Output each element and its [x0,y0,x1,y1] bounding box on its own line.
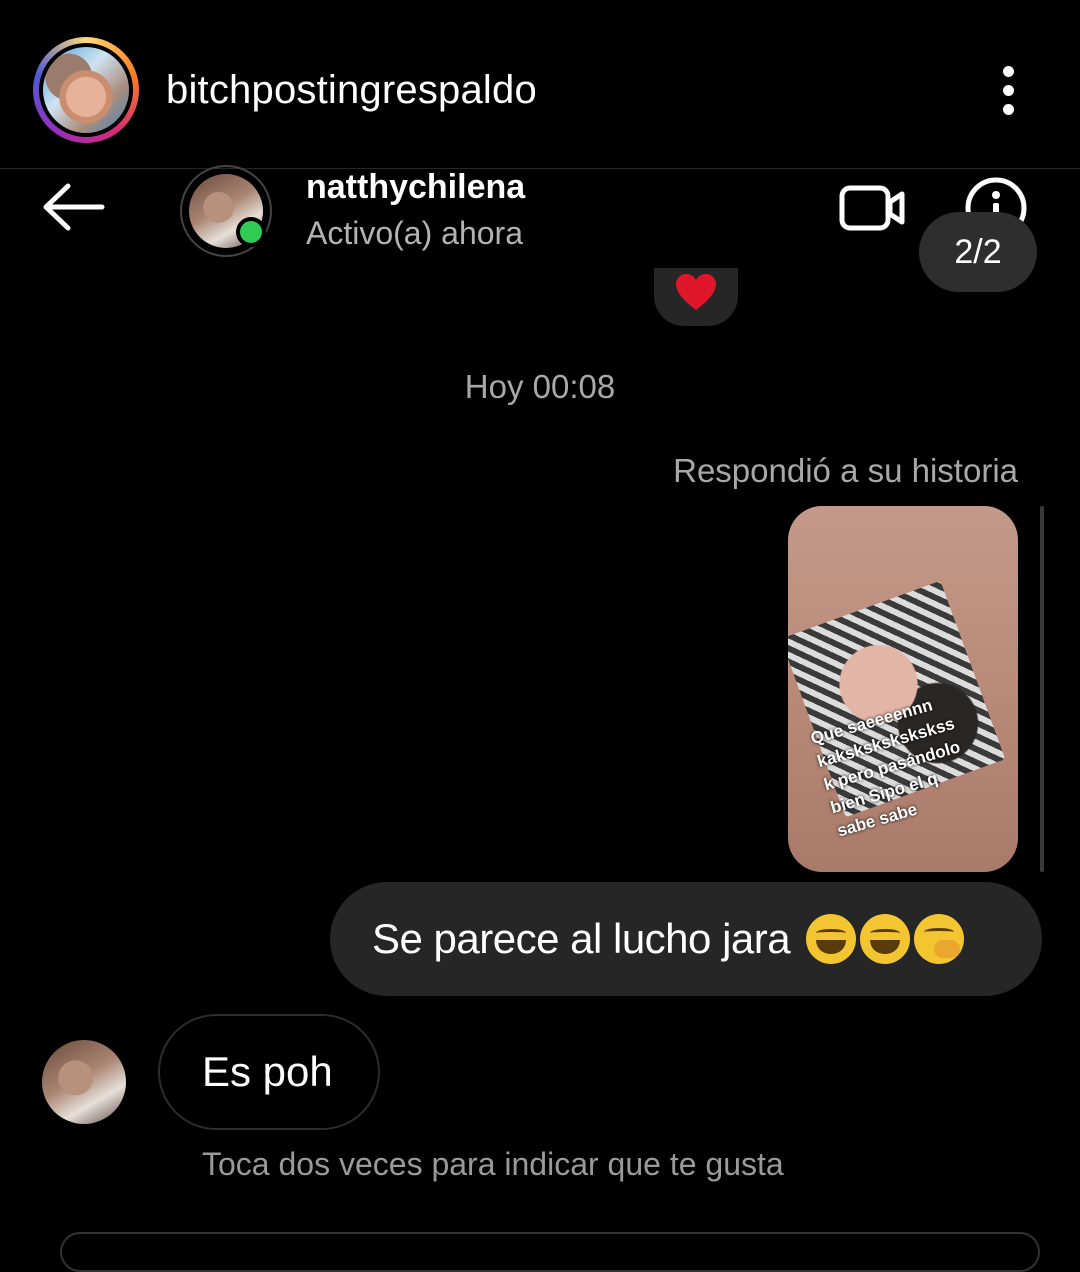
post-header: bitchpostingrespaldo [0,0,1080,169]
incoming-message-bubble[interactable]: Es poh [158,1014,380,1130]
more-vertical-icon[interactable] [996,66,1020,120]
outgoing-message-bubble[interactable]: Se parece al lucho jara [330,882,1042,996]
chat-contact-name[interactable]: natthychilena [306,168,525,207]
hand-over-mouth-emoji [914,914,965,964]
video-call-icon[interactable] [838,180,908,236]
message-composer[interactable] [60,1232,1040,1272]
online-status-dot [236,217,266,247]
story-reply-label: Respondió a su historia [673,452,1018,489]
arrow-left-icon[interactable] [40,180,106,234]
heart-icon [676,274,716,310]
outgoing-message-text: Se parece al lucho jara [372,915,791,962]
grinning-sweat-emoji [806,914,857,964]
avatar-image [39,43,133,137]
chat-contact-status: Activo(a) ahora [306,215,523,251]
incoming-message-text: Es poh [202,1048,333,1095]
message-timestamp: Hoy 00:08 [464,368,616,405]
post-username[interactable]: bitchpostingrespaldo [166,68,537,113]
sender-avatar[interactable] [42,1040,126,1124]
page-indicator-badge: 2/2 [919,212,1037,292]
post-author-avatar[interactable] [33,37,139,143]
story-thumbnail[interactable]: Que saeeeennn kakskskskskskss k pero pas… [788,506,1018,872]
double-tap-hint: Toca dos veces para indicar que te gusta [202,1146,784,1182]
grinning-sweat-emoji [860,914,911,964]
reply-indicator-bar [1040,506,1044,872]
reaction-bubble[interactable] [654,268,738,326]
